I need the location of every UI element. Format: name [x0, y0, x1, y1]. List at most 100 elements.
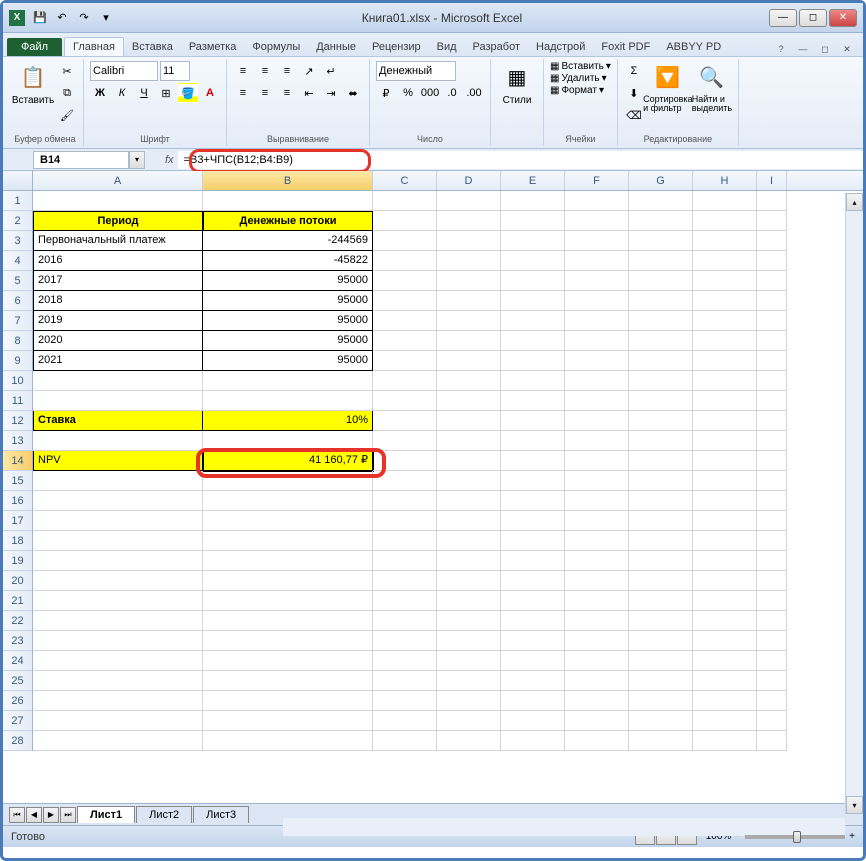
row-header-18[interactable]: 18	[3, 531, 33, 551]
cell-C25[interactable]	[373, 671, 437, 691]
cell-H9[interactable]	[693, 351, 757, 371]
tab-layout[interactable]: Разметка	[181, 38, 245, 56]
cell-D28[interactable]	[437, 731, 501, 751]
row-header-22[interactable]: 22	[3, 611, 33, 631]
sheet-tab-3[interactable]: Лист3	[193, 806, 249, 823]
scroll-up-button[interactable]: ▴	[846, 193, 863, 211]
cell-A17[interactable]	[33, 511, 203, 531]
col-header-f[interactable]: F	[565, 171, 629, 190]
cell-G8[interactable]	[629, 331, 693, 351]
cell-B4[interactable]: -45822	[203, 251, 373, 271]
cell-F8[interactable]	[565, 331, 629, 351]
zoom-in-button[interactable]: +	[849, 831, 855, 842]
cell-G28[interactable]	[629, 731, 693, 751]
cell-D27[interactable]	[437, 711, 501, 731]
help-icon[interactable]: ?	[771, 42, 791, 56]
row-header-17[interactable]: 17	[3, 511, 33, 531]
row-header-21[interactable]: 21	[3, 591, 33, 611]
cell-G9[interactable]	[629, 351, 693, 371]
row-header-13[interactable]: 13	[3, 431, 33, 451]
cell-C7[interactable]	[373, 311, 437, 331]
cell-E7[interactable]	[501, 311, 565, 331]
cell-E18[interactable]	[501, 531, 565, 551]
tab-addins[interactable]: Надстрой	[528, 38, 593, 56]
tab-foxit[interactable]: Foxit PDF	[593, 38, 658, 56]
row-header-28[interactable]: 28	[3, 731, 33, 751]
cell-A26[interactable]	[33, 691, 203, 711]
cell-I3[interactable]	[757, 231, 787, 251]
fx-icon[interactable]: fx	[165, 154, 174, 166]
cell-C27[interactable]	[373, 711, 437, 731]
cell-E4[interactable]	[501, 251, 565, 271]
cell-D12[interactable]	[437, 411, 501, 431]
cell-B15[interactable]	[203, 471, 373, 491]
minimize-button[interactable]: —	[769, 9, 797, 27]
cell-C11[interactable]	[373, 391, 437, 411]
cell-I11[interactable]	[757, 391, 787, 411]
delete-cells-button[interactable]: ▦ Удалить ▾	[550, 73, 611, 84]
cell-E14[interactable]	[501, 451, 565, 471]
fill-color-button[interactable]: 🪣	[178, 83, 198, 103]
cell-B14[interactable]: 41 160,77 ₽	[203, 451, 373, 471]
cell-A28[interactable]	[33, 731, 203, 751]
cell-C21[interactable]	[373, 591, 437, 611]
format-cells-button[interactable]: ▦ Формат ▾	[550, 85, 611, 96]
cell-F2[interactable]	[565, 211, 629, 231]
cell-G13[interactable]	[629, 431, 693, 451]
cell-A2[interactable]: Период	[33, 211, 203, 231]
cell-E15[interactable]	[501, 471, 565, 491]
cell-F25[interactable]	[565, 671, 629, 691]
cell-D9[interactable]	[437, 351, 501, 371]
col-header-i[interactable]: I	[757, 171, 787, 190]
paste-button[interactable]: 📋 Вставить	[13, 61, 53, 132]
cell-H25[interactable]	[693, 671, 757, 691]
tab-developer[interactable]: Разработ	[465, 38, 528, 56]
tab-insert[interactable]: Вставка	[124, 38, 181, 56]
file-tab[interactable]: Файл	[7, 38, 62, 56]
cell-F18[interactable]	[565, 531, 629, 551]
cell-C5[interactable]	[373, 271, 437, 291]
cell-A25[interactable]	[33, 671, 203, 691]
tab-abbyy[interactable]: ABBYY PD	[658, 38, 729, 56]
cell-F24[interactable]	[565, 651, 629, 671]
cell-B23[interactable]	[203, 631, 373, 651]
row-header-3[interactable]: 3	[3, 231, 33, 251]
cell-D25[interactable]	[437, 671, 501, 691]
cell-I18[interactable]	[757, 531, 787, 551]
scroll-down-button[interactable]: ▾	[846, 796, 863, 814]
cell-G7[interactable]	[629, 311, 693, 331]
cell-D8[interactable]	[437, 331, 501, 351]
cell-D3[interactable]	[437, 231, 501, 251]
cell-H3[interactable]	[693, 231, 757, 251]
cell-I14[interactable]	[757, 451, 787, 471]
col-header-b[interactable]: B	[203, 171, 373, 190]
cut-icon[interactable]: ✂	[57, 61, 77, 81]
cell-A11[interactable]	[33, 391, 203, 411]
cell-F14[interactable]	[565, 451, 629, 471]
cell-B26[interactable]	[203, 691, 373, 711]
cell-C2[interactable]	[373, 211, 437, 231]
cell-G4[interactable]	[629, 251, 693, 271]
cell-C1[interactable]	[373, 191, 437, 211]
cell-G20[interactable]	[629, 571, 693, 591]
cell-I4[interactable]	[757, 251, 787, 271]
cell-G11[interactable]	[629, 391, 693, 411]
cell-H18[interactable]	[693, 531, 757, 551]
increase-indent-button[interactable]: ⇥	[321, 83, 341, 103]
cell-A10[interactable]	[33, 371, 203, 391]
horizontal-scrollbar[interactable]	[283, 818, 845, 836]
cell-G10[interactable]	[629, 371, 693, 391]
cell-D26[interactable]	[437, 691, 501, 711]
col-header-d[interactable]: D	[437, 171, 501, 190]
cell-H13[interactable]	[693, 431, 757, 451]
col-header-c[interactable]: C	[373, 171, 437, 190]
cell-D5[interactable]	[437, 271, 501, 291]
cell-C18[interactable]	[373, 531, 437, 551]
col-header-e[interactable]: E	[501, 171, 565, 190]
cell-I24[interactable]	[757, 651, 787, 671]
format-painter-icon[interactable]: 🖌	[57, 105, 77, 125]
tab-view[interactable]: Вид	[429, 38, 465, 56]
row-header-24[interactable]: 24	[3, 651, 33, 671]
cell-H1[interactable]	[693, 191, 757, 211]
cell-G25[interactable]	[629, 671, 693, 691]
